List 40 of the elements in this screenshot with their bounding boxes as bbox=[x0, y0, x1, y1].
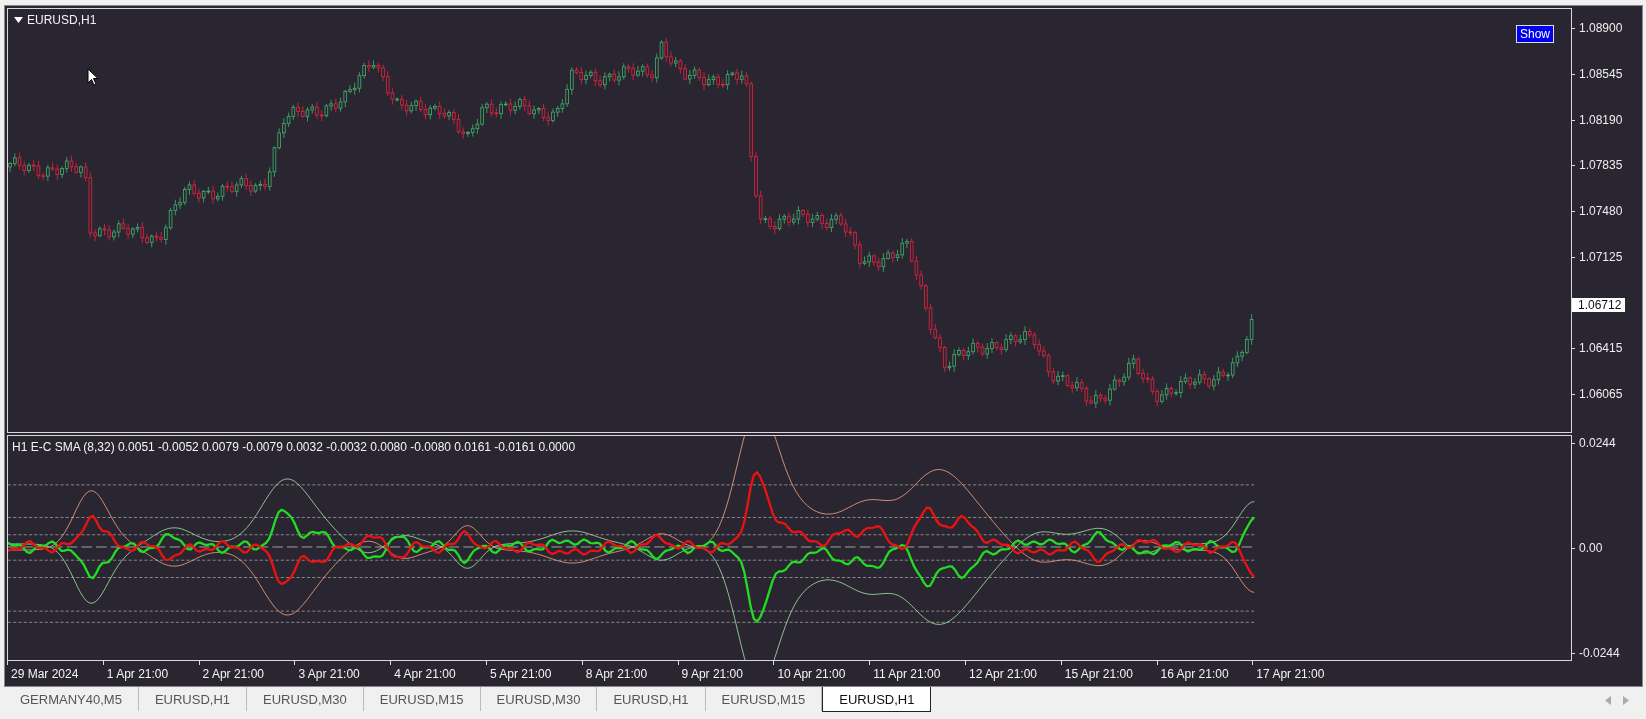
time-axis-label: 11 Apr 21:00 bbox=[873, 667, 941, 681]
current-price-label: 1.06712 bbox=[1572, 297, 1626, 312]
time-axis-label: 10 Apr 21:00 bbox=[777, 667, 846, 681]
dropdown-triangle-icon[interactable] bbox=[14, 17, 23, 23]
time-axis-label: 4 Apr 21:00 bbox=[394, 667, 456, 681]
price-label: 1.06415 bbox=[1579, 341, 1623, 356]
scroll-right-icon[interactable] bbox=[1623, 695, 1629, 705]
show-button[interactable]: Show bbox=[1515, 25, 1554, 43]
chart-tab[interactable]: EURUSD,H1 bbox=[138, 687, 247, 711]
price-label: 1.08900 bbox=[1579, 21, 1623, 35]
price-label: 1.08190 bbox=[1579, 112, 1623, 127]
time-axis-label: 3 Apr 21:00 bbox=[298, 667, 360, 681]
price-label: 1.07125 bbox=[1579, 249, 1623, 264]
time-axis-label: 5 Apr 21:00 bbox=[490, 667, 552, 681]
chart-tab[interactable]: EURUSD,M30 bbox=[480, 687, 598, 711]
chart-tab[interactable]: EURUSD,M30 bbox=[247, 687, 364, 711]
mouse-cursor-icon bbox=[87, 68, 99, 86]
time-axis-label: 12 Apr 21:00 bbox=[968, 667, 1038, 681]
chart-tab[interactable]: GERMANY40,M5 bbox=[4, 687, 139, 711]
time-axis-label: 8 Apr 21:00 bbox=[585, 667, 648, 681]
price-label: 1.07835 bbox=[1579, 158, 1623, 173]
time-axis-label: 1 Apr 21:00 bbox=[106, 667, 169, 681]
time-axis-label: 9 Apr 21:00 bbox=[681, 667, 743, 681]
time-axis-label: 17 Apr 21:00 bbox=[1256, 667, 1325, 681]
chart-tab[interactable]: EURUSD,H1 bbox=[597, 687, 706, 711]
time-axis-label: 16 Apr 21:00 bbox=[1160, 667, 1229, 681]
indicator-axis-label: -0.0244 bbox=[1579, 646, 1620, 660]
chart-tab[interactable]: EURUSD,M15 bbox=[363, 687, 481, 711]
time-axis-label: 29 Mar 2024 bbox=[11, 667, 79, 681]
time-axis-label: 15 Apr 21:00 bbox=[1064, 667, 1133, 681]
chart-tab[interactable]: EURUSD,H1 bbox=[822, 687, 932, 712]
time-axis-label: 2 Apr 21:00 bbox=[202, 667, 264, 681]
scroll-left-icon[interactable] bbox=[1605, 695, 1611, 705]
price-label: 1.06065 bbox=[1579, 387, 1623, 402]
indicator-axis-label: 0.0244 bbox=[1579, 436, 1616, 450]
indicator-title: H1 E-C SMA (8,32) 0.0051 -0.0052 0.0079 -0.0079 0.0032 -0.0032 0.0080 -0.0080 0.0161 -0.0161 0.0000 bbox=[12, 440, 576, 454]
price-label: 1.07480 bbox=[1579, 204, 1623, 219]
price-label: 1.08545 bbox=[1579, 66, 1623, 81]
chart-title: EURUSD,H1 bbox=[27, 13, 97, 27]
indicator-axis-label: 0.00 bbox=[1579, 541, 1603, 555]
